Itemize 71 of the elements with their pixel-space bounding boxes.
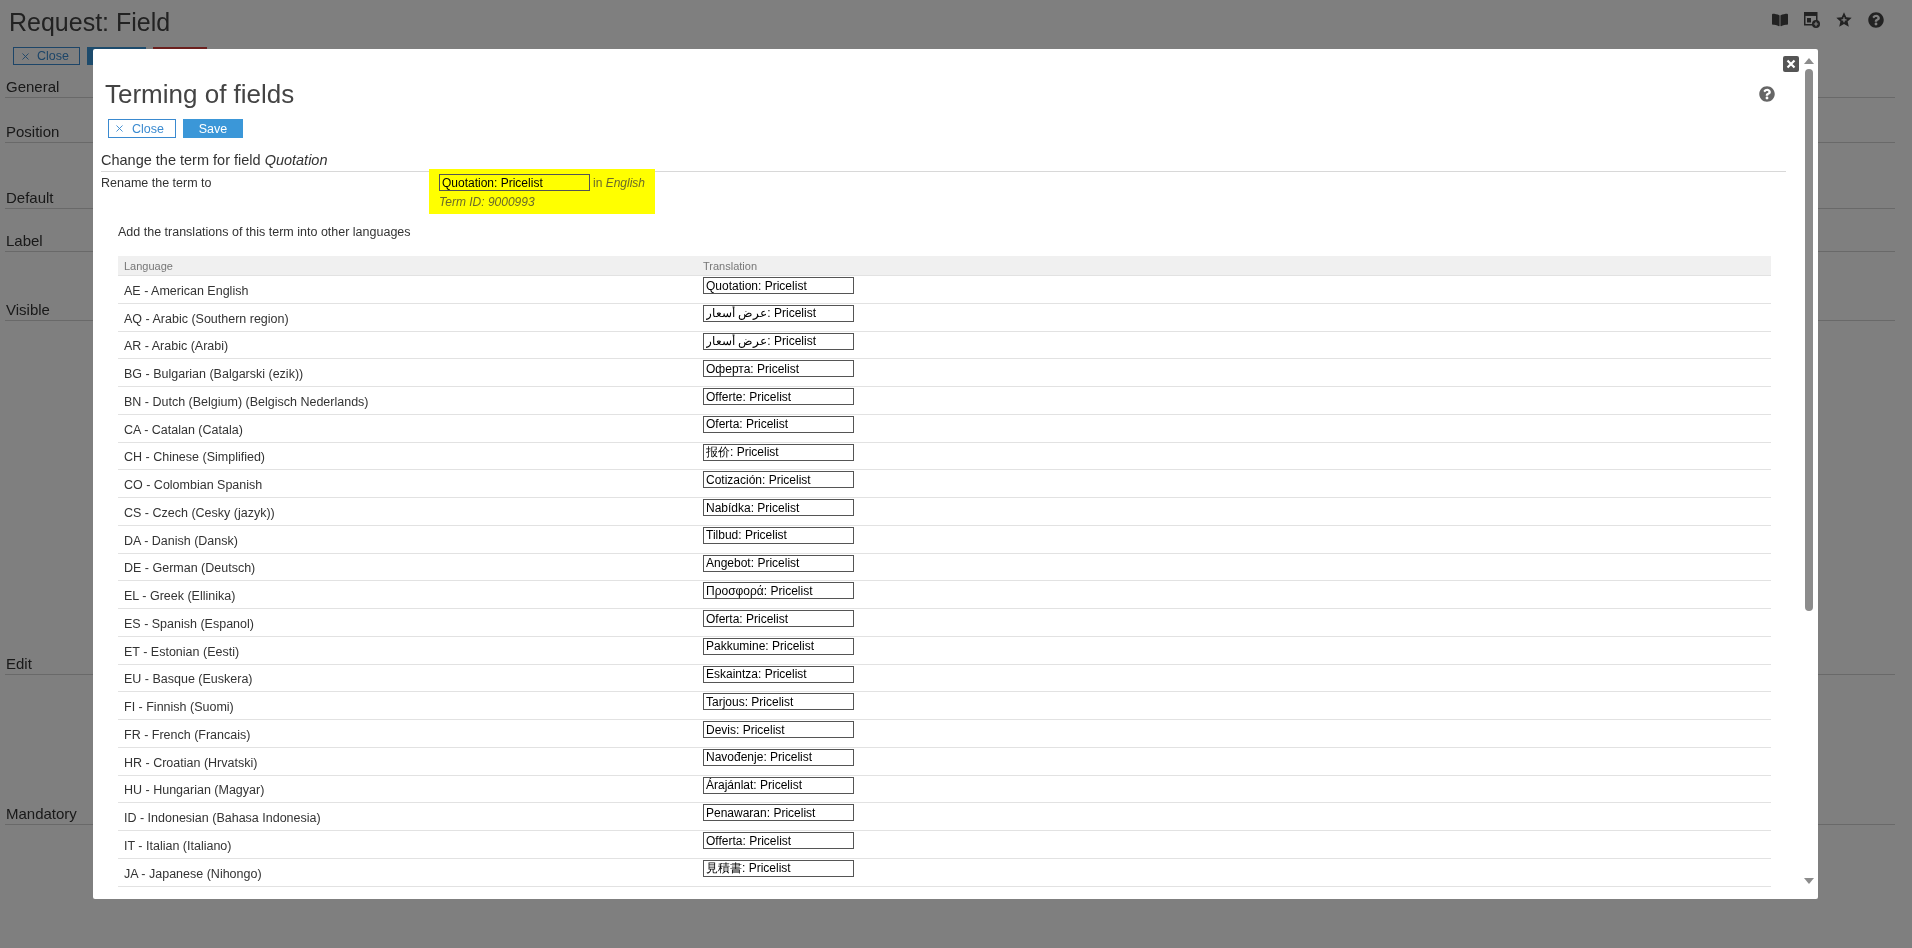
help-icon[interactable] bbox=[1759, 86, 1775, 102]
table-cell-text: ET - Estonian (Eesti) bbox=[124, 643, 240, 660]
translation-field[interactable]: 报价: Pricelist bbox=[703, 443, 854, 461]
table-cell-text: CS - Czech (Cesky (jazyk)) bbox=[124, 504, 275, 521]
close-button[interactable]: Close bbox=[108, 119, 176, 138]
translation-field[interactable]: Angebot: Pricelist bbox=[703, 554, 854, 572]
section-label: Visible bbox=[6, 301, 50, 319]
table-cell-text: DA - Danish (Dansk) bbox=[124, 532, 238, 549]
instruction-text: Add the translations of this term into other languages bbox=[118, 224, 411, 240]
scroll-up-icon[interactable] bbox=[1804, 58, 1814, 64]
window-plus-icon[interactable] bbox=[1804, 12, 1820, 28]
term-field[interactable]: Quotation: Pricelist bbox=[439, 174, 590, 191]
translation-field[interactable]: Tilbud: Pricelist bbox=[703, 526, 854, 544]
translation-field[interactable]: Penawaran: Pricelist bbox=[703, 804, 854, 822]
section-label: Mandatory bbox=[6, 805, 77, 823]
section-label: Position bbox=[6, 123, 60, 141]
table-cell-text: AQ - Arabic (Southern region) bbox=[124, 310, 289, 327]
table-cell-text: JA - Japanese (Nihongo) bbox=[124, 865, 262, 882]
table-cell-text: FR - French (Francais) bbox=[124, 726, 251, 743]
translation-field[interactable]: Eskaintza: Pricelist bbox=[703, 665, 854, 683]
section-heading: Change the term for field Quotation bbox=[101, 151, 328, 169]
close-icon bbox=[114, 123, 125, 134]
table-cell-text: BG - Bulgarian (Balgarski (ezik)) bbox=[124, 366, 304, 383]
close-icon[interactable] bbox=[1783, 56, 1799, 72]
table-cell-text: IT - Italian (Italiano) bbox=[124, 837, 232, 854]
translation-field[interactable]: Nabídka: Pricelist bbox=[703, 499, 854, 516]
column-header: Translation bbox=[703, 258, 757, 273]
section-label: General bbox=[6, 78, 60, 96]
table-cell-text: HR - Croatian (Hrvatski) bbox=[124, 754, 258, 771]
translation-field[interactable]: Pakkumine: Pricelist bbox=[703, 637, 854, 655]
translation-field[interactable]: Offerta: Pricelist bbox=[703, 832, 854, 849]
translation-field[interactable]: Tarjous: Pricelist bbox=[703, 693, 854, 711]
table-cell-text: AR - Arabic (Arabi) bbox=[124, 338, 229, 355]
section-label: Default bbox=[6, 189, 54, 207]
term-id: Term ID: 9000993 bbox=[439, 196, 535, 209]
table-cell-text: CO - Colombian Spanish bbox=[124, 477, 263, 494]
table-cell-text: DE - German (Deutsch) bbox=[124, 560, 256, 577]
translation-field[interactable]: Oferta: Pricelist bbox=[703, 610, 854, 627]
translation-field[interactable]: Προσφορά: Pricelist bbox=[703, 582, 854, 600]
translation-field[interactable]: Offerte: Pricelist bbox=[703, 388, 854, 405]
translation-field[interactable]: Оферта: Pricelist bbox=[703, 360, 854, 378]
translation-field[interactable]: Navođenje: Pricelist bbox=[703, 748, 854, 766]
table-cell-text: EU - Basque (Euskera) bbox=[124, 671, 253, 688]
translation-field[interactable]: Oferta: Pricelist bbox=[703, 415, 854, 433]
book-icon[interactable] bbox=[1772, 12, 1788, 28]
dialog-title: Terming of fields bbox=[105, 78, 295, 110]
translation-field[interactable]: 見積書: Pricelist bbox=[703, 859, 854, 877]
table-cell-text: CA - Catalan (Catala) bbox=[124, 421, 243, 438]
help-icon[interactable] bbox=[1868, 12, 1884, 28]
star-plus-icon[interactable] bbox=[1836, 12, 1852, 28]
section-label: Label bbox=[6, 232, 43, 250]
table-cell-text: FI - Finnish (Suomi) bbox=[124, 699, 234, 716]
column-header: Language bbox=[123, 258, 173, 273]
table-cell-text: ES - Spanish (Espanol) bbox=[124, 615, 254, 632]
close-icon bbox=[20, 50, 31, 62]
field-label: Rename the term to bbox=[101, 175, 213, 191]
translation-field[interactable]: Devis: Pricelist bbox=[703, 721, 854, 738]
page-title: Request: Field bbox=[9, 7, 171, 38]
table-cell-text: AE - American English bbox=[124, 282, 249, 299]
table-cell-text: BN - Dutch (Belgium) (Belgisch Nederlands) bbox=[124, 393, 369, 410]
translation-field[interactable]: Árajánlat: Pricelist bbox=[703, 776, 854, 794]
translation-field[interactable]: Quotation: Pricelist bbox=[703, 277, 854, 294]
section-label: Edit bbox=[6, 655, 32, 673]
translation-field[interactable]: Cotización: Pricelist bbox=[703, 471, 854, 489]
language-note: in English bbox=[593, 174, 646, 191]
scrollbar-thumb[interactable] bbox=[1805, 69, 1813, 611]
table-cell-text: HU - Hungarian (Magyar) bbox=[124, 782, 265, 799]
table-cell-text: ID - Indonesian (Bahasa Indonesia) bbox=[124, 810, 321, 827]
table-cell-text: EL - Greek (Ellinika) bbox=[124, 588, 236, 605]
scroll-down-icon[interactable] bbox=[1804, 878, 1814, 884]
table-cell-text: CH - Chinese (Simplified) bbox=[124, 449, 265, 466]
